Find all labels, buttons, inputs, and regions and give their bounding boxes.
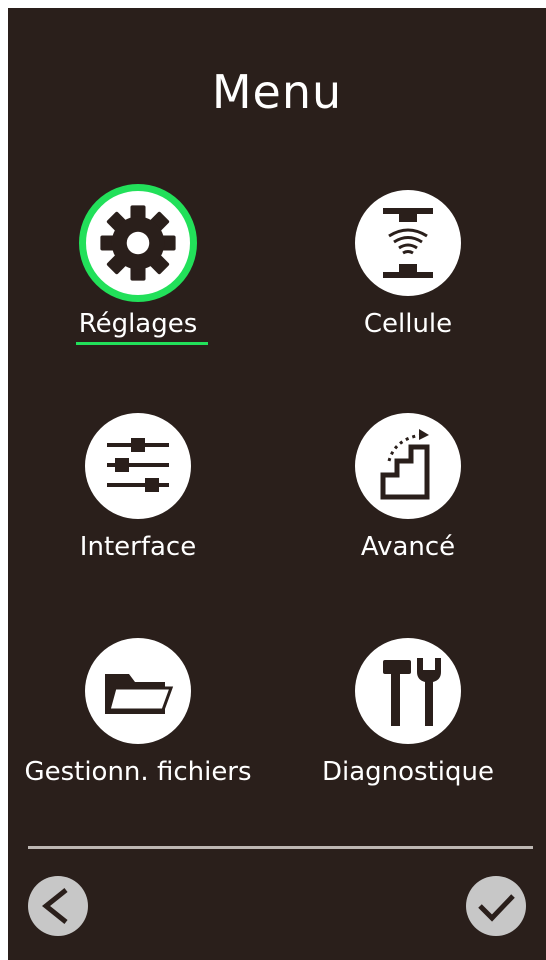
menu-item-label: Diagnostique	[321, 757, 494, 787]
menu-item-diagnostique[interactable]: Diagnostique	[278, 638, 538, 838]
divider	[28, 846, 533, 849]
menu-item-cellule[interactable]: Cellule	[278, 190, 538, 390]
menu-item-avance[interactable]: Avancé	[278, 413, 538, 613]
menu-item-label: Réglages	[78, 309, 198, 339]
tools-icon	[355, 638, 461, 744]
gear-icon	[79, 184, 197, 302]
back-button[interactable]	[28, 876, 88, 936]
menu-item-reglages[interactable]: Réglages	[8, 184, 268, 390]
menu-screen: Menu Réglages Cellule Interface Avancé G…	[8, 8, 546, 960]
checkmark-icon	[478, 894, 515, 922]
menu-item-file-manager[interactable]: Gestionn. fichiers	[8, 638, 268, 838]
sliders-icon	[85, 413, 191, 519]
stairs-icon	[355, 413, 461, 519]
folder-icon	[85, 638, 191, 744]
menu-item-label: Cellule	[363, 309, 453, 339]
menu-item-label: Interface	[79, 532, 197, 562]
menu-item-interface[interactable]: Interface	[8, 413, 268, 613]
menu-item-label: Gestionn. fichiers	[24, 757, 252, 787]
sensor-icon	[355, 190, 461, 296]
chevron-left-icon	[41, 888, 68, 924]
confirm-button[interactable]	[466, 876, 526, 936]
page-title: Menu	[211, 65, 343, 119]
selection-underline	[76, 342, 208, 345]
menu-item-label: Avancé	[360, 532, 456, 562]
